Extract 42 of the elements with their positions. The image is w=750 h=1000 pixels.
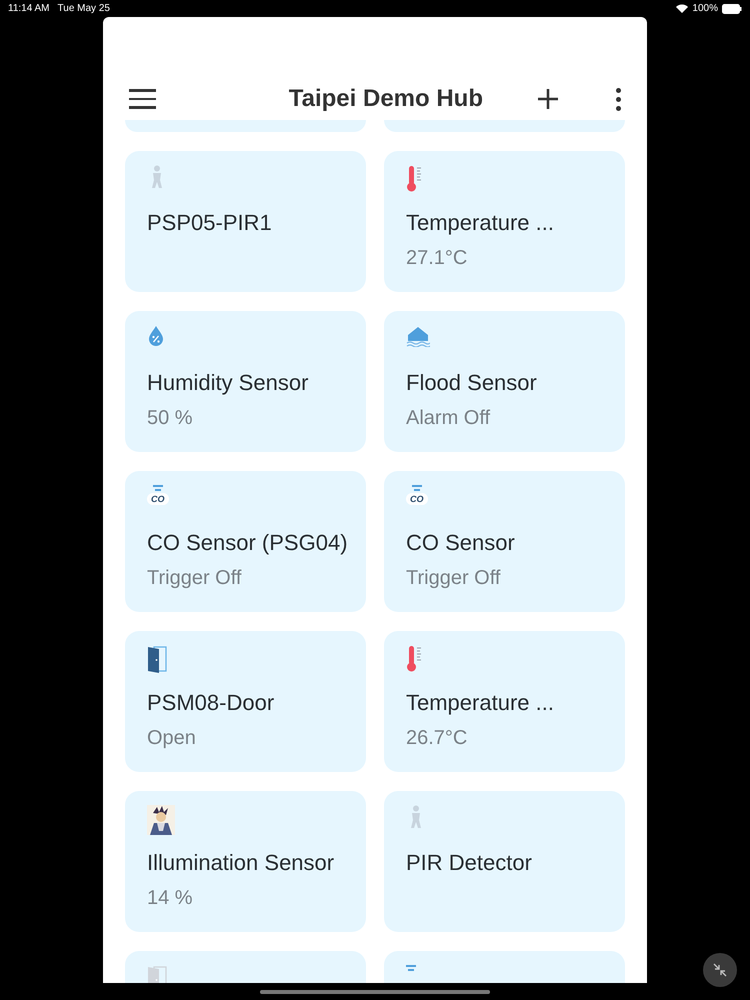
wifi-icon [676, 4, 688, 13]
device-name: CO Sensor (PSG04) [147, 529, 344, 557]
device-status: Trigger Off [147, 566, 242, 591]
door-icon [147, 645, 169, 675]
hub-title: Taipei Demo Hub [288, 84, 483, 114]
device-status: 14 % [147, 886, 194, 911]
device-card[interactable]: PSP05-PIR1 [125, 151, 366, 292]
co-detector-icon [406, 965, 416, 973]
device-status: 27.1°C [406, 246, 468, 271]
collapse-arrows-icon [712, 962, 728, 978]
flooded-house-icon [406, 325, 430, 347]
device-card[interactable]: Temperature ... 26.7°C [384, 631, 625, 772]
device-name: Humidity Sensor [147, 369, 310, 397]
device-name: Temperature ... [406, 689, 555, 717]
status-date: Tue May 25 [58, 2, 110, 16]
device-card[interactable]: Temperature ... 27.1°C [384, 151, 625, 292]
device-card[interactable]: Illumination Sensor 14 % [125, 791, 366, 932]
battery-icon [722, 4, 742, 14]
device-name: Flood Sensor [406, 369, 538, 397]
device-status: 26.7°C [406, 726, 468, 751]
device-status: Trigger Off [406, 566, 502, 591]
thermometer-icon [406, 645, 424, 673]
device-name: PIR Detector [406, 849, 533, 877]
device-status: Alarm Off [406, 406, 492, 431]
device-name: PSP05-PIR1 [147, 209, 273, 237]
device-name: Illumination Sensor [147, 849, 336, 877]
device-name: Temperature ... [406, 209, 555, 237]
device-card[interactable]: Flood Sensor Alarm Off [384, 311, 625, 452]
device-card[interactable]: PIR Detector [384, 791, 625, 932]
thermometer-icon [406, 165, 424, 193]
status-time: 11:14 AM [8, 2, 50, 16]
device-card[interactable]: Humidity Sensor 50 % [125, 311, 366, 452]
battery-percent: 100% [692, 2, 718, 16]
device-card[interactable]: PSM08-Door Open [125, 631, 366, 772]
collapse-button[interactable] [703, 953, 737, 987]
device-card[interactable]: CO CO Sensor Trigger Off [384, 471, 625, 612]
device-card[interactable]: CO CO Sensor (PSG04) Trigger Off [125, 471, 366, 612]
device-status: Open [147, 726, 197, 751]
droplet-icon [147, 325, 165, 347]
device-name: PSM08-Door [147, 689, 276, 717]
device-status: 50 % [147, 406, 194, 431]
device-name: CO Sensor [406, 529, 516, 557]
